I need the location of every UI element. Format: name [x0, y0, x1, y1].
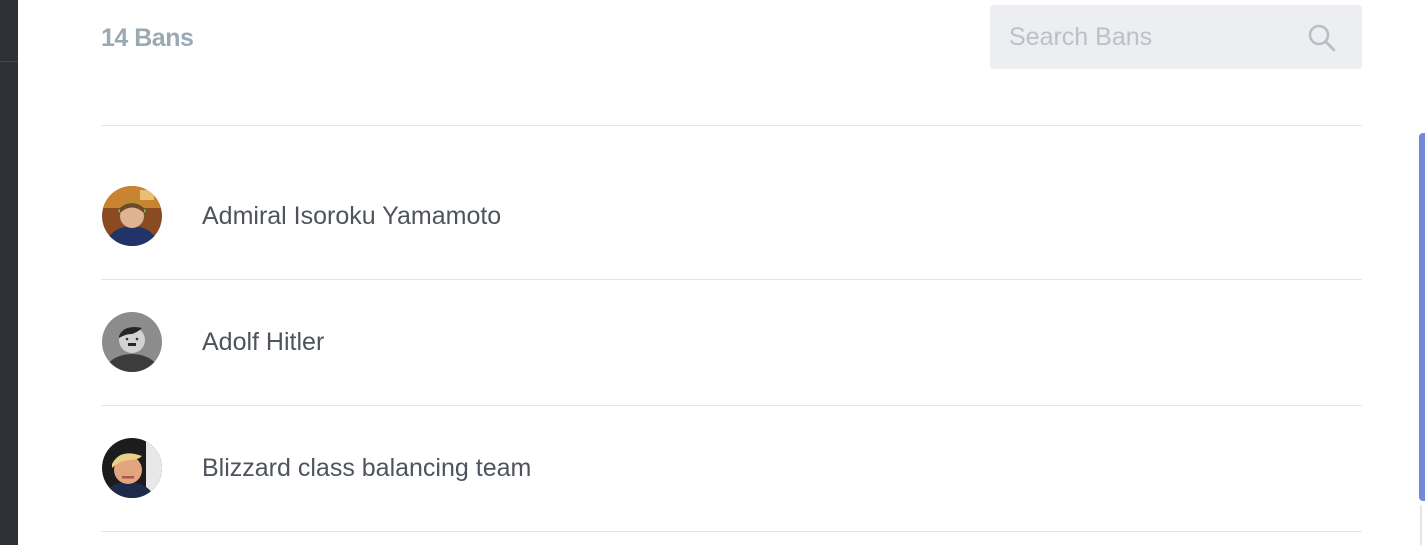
search-input[interactable] [990, 5, 1309, 69]
list-divider [101, 125, 1362, 126]
search-bar[interactable] [990, 5, 1362, 69]
banned-user-name: Blizzard class balancing team [202, 454, 532, 482]
ban-list-item[interactable]: Adolf Hitler [101, 280, 1362, 406]
user-avatar [102, 438, 162, 498]
ban-list: Admiral Isoroku Yamamoto Adolf Hitler Bl… [101, 154, 1362, 532]
user-avatar [102, 186, 162, 246]
ban-count-heading: 14 Bans [101, 24, 194, 52]
banned-user-name: Adolf Hitler [202, 328, 325, 356]
banned-user-name: Admiral Isoroku Yamamoto [202, 202, 502, 230]
ban-list-item[interactable]: Admiral Isoroku Yamamoto [101, 154, 1362, 280]
scroll-indicator[interactable] [1419, 133, 1425, 501]
search-icon[interactable] [1306, 22, 1338, 54]
user-avatar [102, 312, 162, 372]
bans-panel: 14 Bans Admiral Isoroku Yamamoto [18, 0, 1425, 545]
panel-edge [1420, 505, 1422, 545]
ban-list-item[interactable]: Blizzard class balancing team [101, 406, 1362, 532]
sidebar-divider [0, 61, 18, 62]
app-sidebar-edge [0, 0, 18, 545]
